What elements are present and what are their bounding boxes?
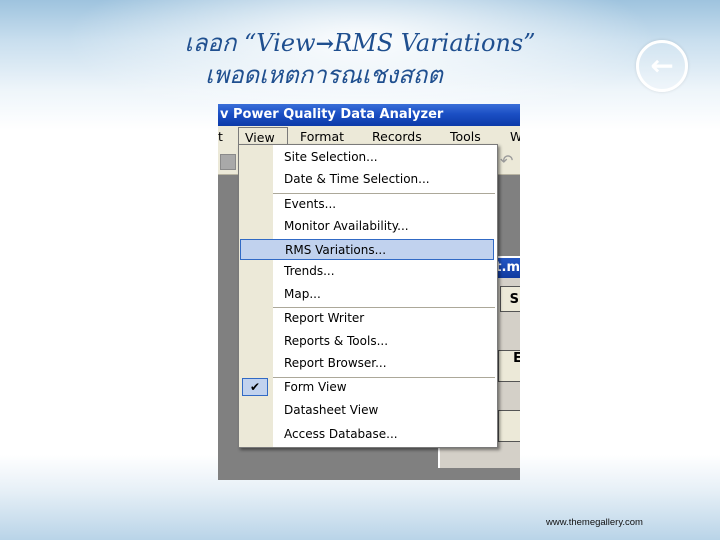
menu-item-access-database[interactable]: Access Database... bbox=[239, 424, 497, 445]
arrow-left-icon: ← bbox=[650, 49, 674, 82]
doc-box-2 bbox=[498, 410, 520, 442]
menu-item-report-browser[interactable]: Report Browser... bbox=[239, 353, 497, 374]
menu-item-site-selection[interactable]: Site Selection... bbox=[239, 147, 497, 168]
doc-button-2[interactable]: E bbox=[502, 346, 520, 372]
toolbar-icon[interactable] bbox=[220, 154, 236, 170]
checkmark-icon: ✔ bbox=[242, 378, 268, 396]
menu-edit[interactable]: t bbox=[218, 126, 223, 148]
menu-item-map[interactable]: Map... bbox=[239, 284, 497, 305]
back-nav-button[interactable]: ← bbox=[636, 40, 688, 92]
menu-item-datasheet-view[interactable]: Datasheet View bbox=[239, 400, 497, 421]
footer-url: www.themegallery.com bbox=[546, 517, 643, 528]
menu-item-trends[interactable]: Trends... bbox=[239, 261, 497, 282]
view-menu-dropdown: Site Selection... Date & Time Selection.… bbox=[238, 144, 498, 448]
menu-item-date-time-selection[interactable]: Date & Time Selection... bbox=[239, 169, 497, 190]
menu-item-rms-variations[interactable]: RMS Variations... bbox=[240, 239, 494, 260]
title-text-suffix: RMS Variations” bbox=[334, 29, 536, 57]
menu-window[interactable]: W bbox=[510, 126, 520, 148]
menu-item-monitor-availability[interactable]: Monitor Availability... bbox=[239, 216, 497, 237]
menu-item-report-writer[interactable]: Report Writer bbox=[239, 308, 497, 329]
app-screenshot: v Power Quality Data Analyzer t View For… bbox=[218, 104, 520, 480]
slide-title-line-2: เพอดเหตการณเชงสถต bbox=[205, 61, 443, 89]
menu-item-form-view[interactable]: ✔ Form View bbox=[239, 377, 497, 398]
menu-item-events[interactable]: Events... bbox=[239, 194, 497, 215]
menu-item-reports-tools[interactable]: Reports & Tools... bbox=[239, 331, 497, 352]
doc-button-1[interactable]: S bbox=[500, 286, 520, 312]
slide-title-line-1: เลอก “View→RMS Variations” bbox=[0, 28, 720, 59]
app-title-bar: v Power Quality Data Analyzer bbox=[218, 104, 520, 126]
undo-icon[interactable]: ↶ bbox=[500, 151, 513, 170]
title-arrow: → bbox=[315, 31, 335, 57]
title-text-prefix: เลอก “View bbox=[184, 29, 316, 57]
